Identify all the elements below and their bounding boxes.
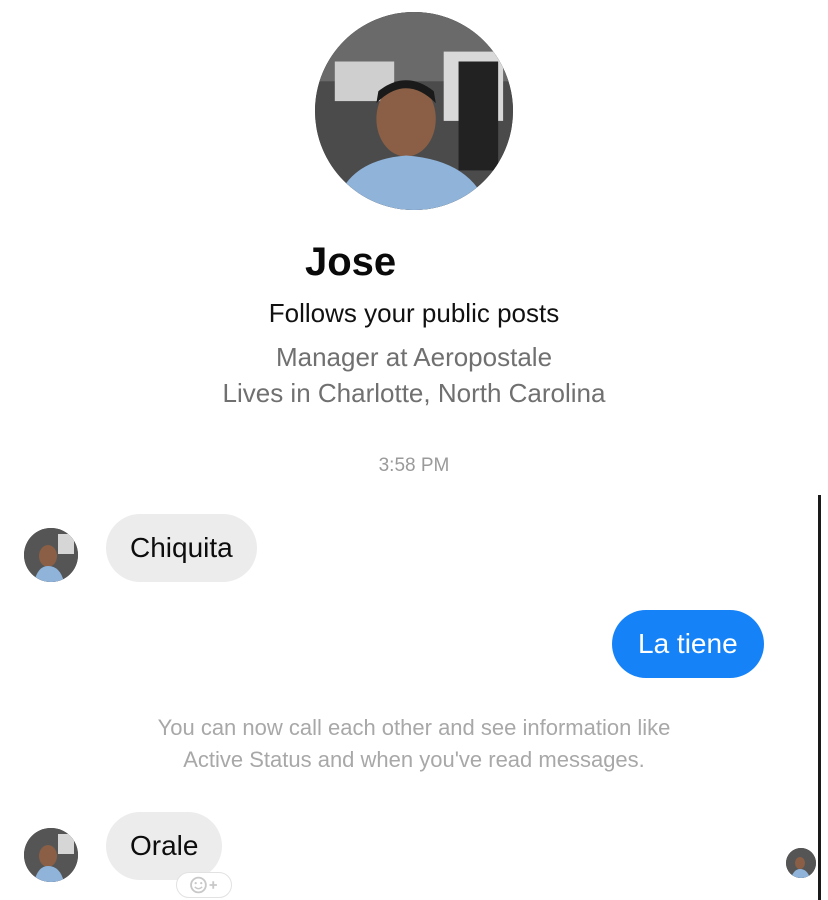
system-notice: You can now call each other and see info… (0, 712, 828, 776)
system-notice-line-1: You can now call each other and see info… (157, 715, 671, 740)
profile-photo[interactable] (315, 12, 513, 210)
message-bubble-outgoing[interactable]: La tiene (612, 610, 764, 678)
read-receipt-avatar (786, 848, 816, 878)
message-timestamp: 3:58 PM (378, 455, 450, 476)
message-bubble-incoming[interactable]: Chiquita (106, 514, 257, 582)
profile-location: Lives in Charlotte, North Carolina (222, 378, 606, 408)
system-notice-line-2: Active Status and when you've read messa… (183, 747, 645, 772)
profile-name: Jose (305, 240, 397, 284)
profile-work: Manager at Aeropostale (275, 342, 553, 372)
follows-status: Follows your public posts (268, 298, 560, 328)
contact-avatar[interactable] (24, 828, 78, 882)
add-reaction-icon[interactable] (176, 872, 232, 898)
contact-avatar[interactable] (24, 528, 78, 582)
message-bubble-incoming[interactable]: Orale (106, 812, 223, 880)
scroll-indicator[interactable] (818, 495, 821, 900)
